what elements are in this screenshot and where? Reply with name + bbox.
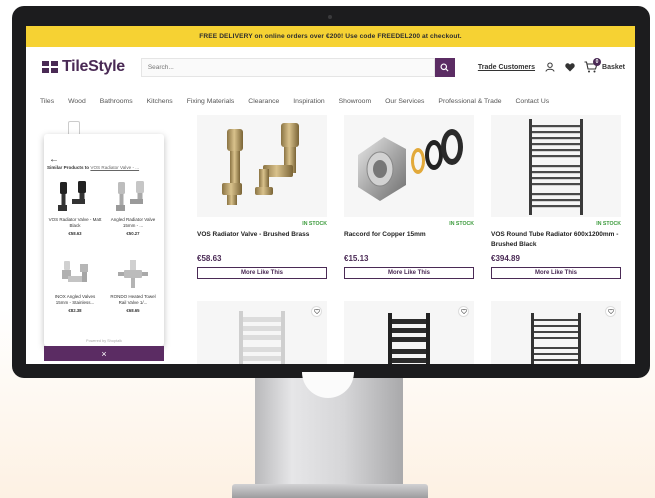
similar-product-name: INOX Angled Valves 15mm - Stainless...: [54, 294, 96, 305]
similar-product-name: Angled Radiator Valve 15mm - ...: [110, 217, 156, 228]
similar-product-image[interactable]: [48, 256, 102, 292]
search-icon: [440, 62, 449, 72]
panel-footer: Powered by Shoptalk: [86, 339, 122, 343]
header-actions: Trade Customers 0 Basket: [478, 58, 625, 73]
wishlist-heart-icon[interactable]: [311, 306, 322, 317]
stock-status: IN STOCK: [596, 221, 621, 227]
similar-product-name: VOS Radiator Valve - Matt Black: [48, 217, 102, 228]
similar-products-panel: ← Similar Products to VOS Radiator Valve…: [44, 134, 164, 346]
similar-product-price: €68.65: [126, 308, 140, 313]
product-image-raccord-copper[interactable]: [344, 115, 474, 217]
similar-product-name: RONDO Heated Towel Rail Valve 1/...: [110, 294, 156, 305]
close-panel-button[interactable]: ×: [44, 346, 164, 361]
camera-dot: [328, 15, 332, 19]
product-price: €15.13: [344, 254, 369, 263]
nav-item-showroom[interactable]: Showroom: [339, 98, 372, 105]
product-name[interactable]: Raccord for Copper 15mm: [344, 230, 474, 249]
similar-product-item[interactable]: RONDO Heated Towel Rail Valve 1/... €68.…: [106, 256, 160, 313]
product-card[interactable]: IN STOCK VOS Radiator Valve - Brushed Br…: [197, 115, 327, 279]
product-price: €58.63: [197, 254, 222, 263]
product-card[interactable]: [197, 301, 327, 364]
product-grid: IN STOCK VOS Radiator Valve - Brushed Br…: [197, 115, 622, 364]
similar-products-title: Similar Products to VOS Radiator Valve -…: [47, 165, 140, 170]
product-card[interactable]: IN STOCK VOS Round Tube Radiator 600x120…: [491, 115, 621, 279]
product-card[interactable]: [491, 301, 621, 364]
nav-item-wood[interactable]: Wood: [68, 98, 86, 105]
wishlist-heart-icon[interactable]: [458, 306, 469, 317]
similar-product-item[interactable]: VOS Radiator Valve - Matt Black €58.63: [48, 179, 102, 236]
similar-product-price: €82.38: [68, 308, 82, 313]
account-icon[interactable]: [544, 62, 555, 73]
more-like-this-button[interactable]: More Like This: [197, 267, 327, 279]
nav-item-tiles[interactable]: Tiles: [40, 98, 54, 105]
trade-customers-link[interactable]: Trade Customers: [478, 64, 535, 71]
nav-item-professional-trade[interactable]: Professional & Trade: [438, 98, 501, 105]
product-image-black-tube-radiator[interactable]: [491, 301, 621, 364]
product-card[interactable]: [344, 301, 474, 364]
close-icon: ×: [101, 348, 107, 359]
similar-product-image[interactable]: [48, 179, 102, 215]
more-like-this-button[interactable]: More Like This: [344, 267, 474, 279]
monitor-stand-base: [232, 484, 428, 498]
back-arrow-icon[interactable]: ←: [49, 154, 59, 165]
similar-products-source-link[interactable]: VOS Radiator Valve - ...: [90, 165, 139, 170]
product-image-white-radiator[interactable]: [197, 301, 327, 364]
site-header: TileStyle Trade Customers: [26, 47, 635, 87]
product-name[interactable]: VOS Radiator Valve - Brushed Brass: [197, 230, 327, 249]
wishlist-heart-icon[interactable]: [605, 306, 616, 317]
basket-count-badge: 0: [593, 58, 602, 66]
basket-button[interactable]: 0 Basket: [584, 58, 625, 73]
screen: FREE DELIVERY on online orders over €200…: [26, 26, 635, 364]
similar-product-price: €50.27: [126, 231, 140, 236]
wishlist-heart-icon[interactable]: [564, 62, 575, 73]
logo[interactable]: TileStyle: [42, 58, 125, 76]
monitor: FREE DELIVERY on online orders over €200…: [12, 6, 650, 378]
main-nav: Tiles Wood Bathrooms Kitchens Fixing Mat…: [26, 87, 635, 115]
nav-item-fixing-materials[interactable]: Fixing Materials: [187, 98, 235, 105]
nav-item-clearance[interactable]: Clearance: [248, 98, 279, 105]
similar-product-image[interactable]: [106, 179, 160, 215]
nav-item-kitchens[interactable]: Kitchens: [147, 98, 173, 105]
product-image-radiator-valve-brass[interactable]: [197, 115, 327, 217]
cart-icon: 0: [584, 58, 602, 73]
product-price: €394.89: [491, 254, 520, 263]
promo-bar: FREE DELIVERY on online orders over €200…: [26, 26, 635, 47]
nav-item-our-services[interactable]: Our Services: [385, 98, 424, 105]
product-image-round-tube-radiator[interactable]: [491, 115, 621, 217]
logo-text: TileStyle: [62, 58, 125, 75]
logo-icon: [42, 60, 58, 74]
product-card[interactable]: IN STOCK Raccord for Copper 15mm €15.13 …: [344, 115, 474, 279]
stock-status: IN STOCK: [449, 221, 474, 227]
nav-item-bathrooms[interactable]: Bathrooms: [100, 98, 133, 105]
nav-item-contact-us[interactable]: Contact Us: [516, 98, 550, 105]
search-bar: [140, 57, 455, 77]
stock-status: IN STOCK: [302, 221, 327, 227]
similar-product-image[interactable]: [106, 256, 160, 292]
search-input[interactable]: [140, 57, 435, 77]
product-name[interactable]: VOS Round Tube Radiator 600x1200mm - Bru…: [491, 230, 621, 249]
basket-label: Basket: [602, 63, 625, 71]
similar-product-item[interactable]: INOX Angled Valves 15mm - Stainless... €…: [48, 256, 102, 313]
similar-product-price: €58.63: [68, 231, 82, 236]
product-image-black-radiator[interactable]: [344, 301, 474, 364]
more-like-this-button[interactable]: More Like This: [491, 267, 621, 279]
nav-item-inspiration[interactable]: Inspiration: [293, 98, 324, 105]
similar-product-item[interactable]: Angled Radiator Valve 15mm - ... €50.27: [106, 179, 160, 236]
search-button[interactable]: [434, 57, 455, 77]
